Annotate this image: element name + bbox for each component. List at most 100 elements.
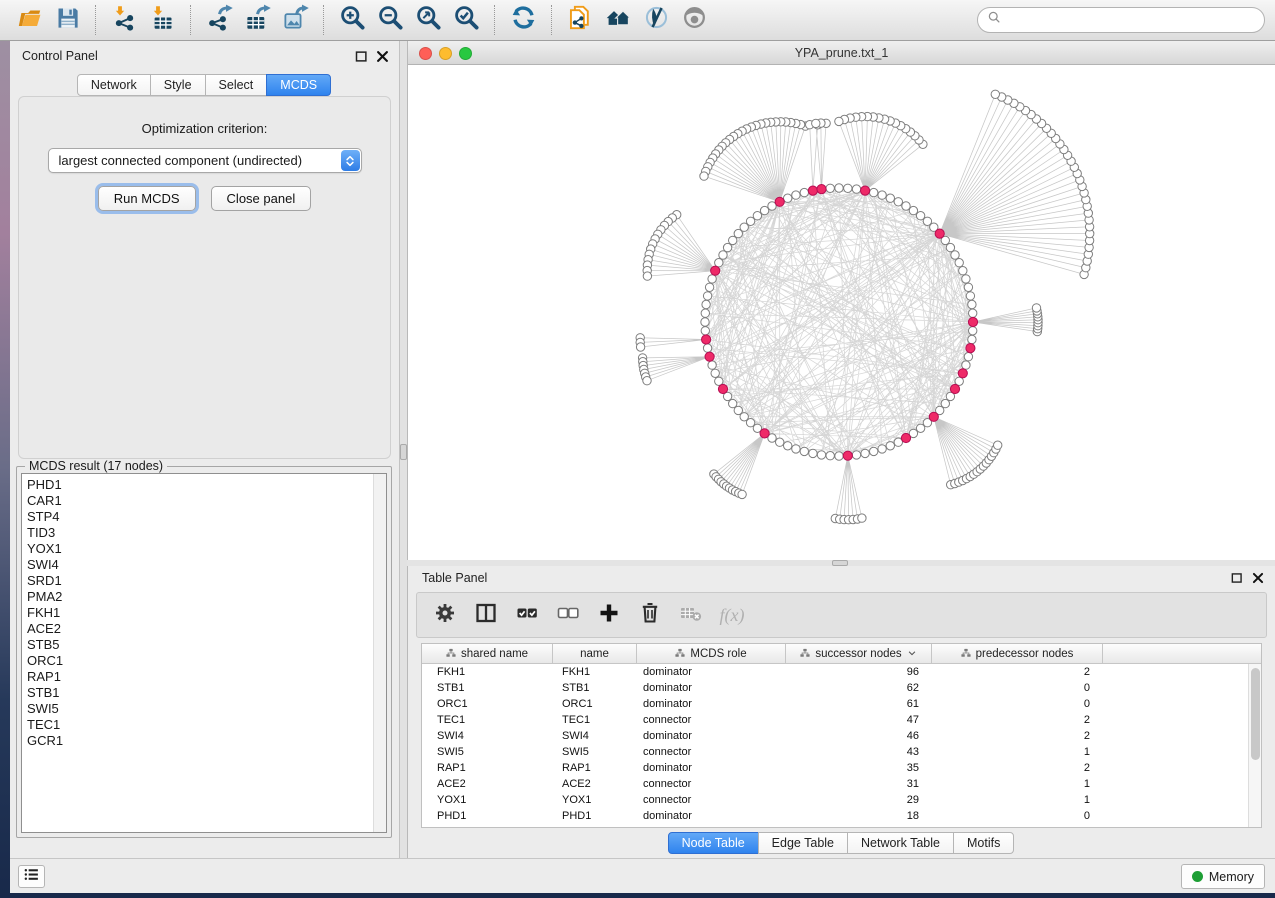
- tab-network[interactable]: Network: [77, 74, 151, 96]
- control-panel-title: Control Panel: [22, 49, 98, 63]
- table-row[interactable]: STB1STB1dominator620: [422, 680, 1261, 696]
- zoom-out-button[interactable]: [371, 3, 409, 37]
- tab-mcds[interactable]: MCDS: [266, 74, 331, 96]
- table-row[interactable]: RAP1RAP1dominator352: [422, 760, 1261, 776]
- add-column-icon: [597, 601, 621, 630]
- save-session-button[interactable]: [48, 3, 86, 37]
- table-row[interactable]: YOX1YOX1connector291: [422, 792, 1261, 808]
- tab-network-table[interactable]: Network Table: [847, 832, 954, 854]
- deselect-all-columns-button[interactable]: [554, 601, 582, 629]
- cell-successor_nodes: 29: [786, 792, 932, 808]
- delete-column-button[interactable]: [636, 601, 664, 629]
- tab-select[interactable]: Select: [205, 74, 268, 96]
- table-settings-button[interactable]: [431, 601, 459, 629]
- column-header-shared-name[interactable]: shared name: [422, 644, 553, 664]
- network-from-document-button[interactable]: [561, 3, 599, 37]
- mcds-result-item[interactable]: SWI5: [22, 701, 386, 717]
- mcds-result-item[interactable]: CAR1: [22, 493, 386, 509]
- mcds-result-list[interactable]: PHD1CAR1STP4TID3YOX1SWI4SRD1PMA2FKH1ACE2…: [21, 473, 387, 833]
- control-panel: Control Panel NetworkStyleSelectMCDS Opt…: [10, 41, 400, 858]
- cell-name: RAP1: [553, 760, 637, 776]
- table-scrollbar[interactable]: [1248, 664, 1261, 827]
- search-input[interactable]: [1008, 12, 1255, 28]
- delete-table-button[interactable]: [677, 601, 705, 629]
- mcds-result-item[interactable]: SRD1: [22, 573, 386, 589]
- table-float-icon[interactable]: [1230, 571, 1245, 586]
- column-header-predecessor-nodes[interactable]: predecessor nodes: [932, 644, 1103, 664]
- select-all-columns-button[interactable]: [513, 601, 541, 629]
- import-table-icon: [149, 4, 176, 36]
- import-table-button[interactable]: [143, 3, 181, 37]
- show-hide-button[interactable]: [675, 3, 713, 37]
- main-toolbar-icons: [10, 3, 713, 37]
- optimization-criterion-select[interactable]: largest connected component (undirected): [48, 148, 362, 173]
- mcds-result-item[interactable]: STP4: [22, 509, 386, 525]
- add-column-button[interactable]: [595, 601, 623, 629]
- tab-node-table[interactable]: Node Table: [668, 832, 759, 854]
- export-table-button[interactable]: [238, 3, 276, 37]
- tab-style[interactable]: Style: [150, 74, 206, 96]
- visual-properties-icon: [643, 4, 670, 36]
- cell-mcds_role: connector: [637, 776, 786, 792]
- visual-properties-button[interactable]: [637, 3, 675, 37]
- open-session-button[interactable]: [10, 3, 48, 37]
- tab-motifs[interactable]: Motifs: [953, 832, 1014, 854]
- mcds-result-item[interactable]: GCR1: [22, 733, 386, 749]
- traffic-lights: [419, 47, 472, 60]
- mcds-result-item[interactable]: SWI4: [22, 557, 386, 573]
- minimize-window-light[interactable]: [439, 47, 452, 60]
- tab-edge-table[interactable]: Edge Table: [758, 832, 848, 854]
- zoom-window-light[interactable]: [459, 47, 472, 60]
- mcds-result-item[interactable]: PHD1: [22, 477, 386, 493]
- float-panel-icon[interactable]: [354, 49, 369, 64]
- import-network-button[interactable]: [105, 3, 143, 37]
- search-field[interactable]: [977, 7, 1265, 33]
- mcds-result-item[interactable]: ACE2: [22, 621, 386, 637]
- close-panel-button[interactable]: Close panel: [211, 186, 312, 211]
- cell-successor_nodes: 46: [786, 728, 932, 744]
- function-builder-button[interactable]: f(x): [718, 601, 746, 629]
- mcds-result-item[interactable]: TEC1: [22, 717, 386, 733]
- table-row[interactable]: SWI4SWI4dominator462: [422, 728, 1261, 744]
- table-row[interactable]: SWI5SWI5connector431: [422, 744, 1261, 760]
- result-list-scrollbar[interactable]: [373, 474, 386, 832]
- cell-predecessor_nodes: 1: [932, 776, 1103, 792]
- zoom-fit-button[interactable]: [409, 3, 447, 37]
- mcds-result-item[interactable]: FKH1: [22, 605, 386, 621]
- task-history-button[interactable]: [18, 865, 45, 888]
- home-button[interactable]: [599, 3, 637, 37]
- table-row[interactable]: FKH1FKH1dominator962: [422, 664, 1261, 680]
- table-row[interactable]: PHD1PHD1dominator180: [422, 808, 1261, 824]
- network-canvas[interactable]: [408, 65, 1275, 560]
- table-row[interactable]: ORC1ORC1dominator610: [422, 696, 1261, 712]
- zoom-selected-button[interactable]: [447, 3, 485, 37]
- cell-name: SWI4: [553, 728, 637, 744]
- table-scrollbar-thumb[interactable]: [1251, 668, 1260, 760]
- table-close-icon[interactable]: [1251, 571, 1266, 586]
- column-header-successor-nodes[interactable]: successor nodes: [786, 644, 932, 664]
- network-titlebar[interactable]: YPA_prune.txt_1: [408, 41, 1275, 65]
- column-layout-button[interactable]: [472, 601, 500, 629]
- vertical-splitter[interactable]: [400, 41, 407, 858]
- zoom-in-button[interactable]: [333, 3, 371, 37]
- close-window-light[interactable]: [419, 47, 432, 60]
- run-mcds-button[interactable]: Run MCDS: [98, 186, 196, 211]
- memory-button[interactable]: Memory: [1181, 864, 1265, 889]
- table-panel-title: Table Panel: [422, 571, 487, 585]
- column-header-name[interactable]: name: [553, 644, 637, 664]
- mcds-result-item[interactable]: ORC1: [22, 653, 386, 669]
- vertical-splitter-handle[interactable]: [400, 444, 407, 460]
- mcds-result-item[interactable]: STB1: [22, 685, 386, 701]
- refresh-button[interactable]: [504, 3, 542, 37]
- mcds-result-item[interactable]: TID3: [22, 525, 386, 541]
- mcds-result-item[interactable]: RAP1: [22, 669, 386, 685]
- export-image-button[interactable]: [276, 3, 314, 37]
- table-row[interactable]: ACE2ACE2connector311: [422, 776, 1261, 792]
- mcds-result-item[interactable]: YOX1: [22, 541, 386, 557]
- close-panel-icon[interactable]: [375, 49, 390, 64]
- column-header-MCDS-role[interactable]: MCDS role: [637, 644, 786, 664]
- table-row[interactable]: TEC1TEC1connector472: [422, 712, 1261, 728]
- mcds-result-item[interactable]: PMA2: [22, 589, 386, 605]
- mcds-result-item[interactable]: STB5: [22, 637, 386, 653]
- export-network-button[interactable]: [200, 3, 238, 37]
